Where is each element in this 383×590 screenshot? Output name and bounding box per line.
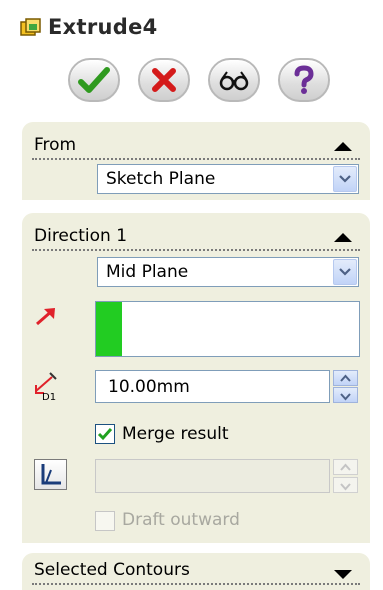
x-icon (152, 68, 176, 92)
draft-toggle-button[interactable] (34, 459, 67, 490)
merge-result-label[interactable]: Merge result (122, 424, 229, 444)
draft-angle-spinner[interactable] (333, 459, 358, 493)
chevron-down-icon[interactable] (333, 166, 357, 192)
feature-title: Extrude4 (48, 15, 158, 39)
spin-down-icon[interactable] (333, 477, 358, 493)
question-icon (294, 65, 314, 94)
help-button[interactable] (278, 58, 330, 102)
selected-contours-header[interactable]: Selected Contours (32, 560, 360, 585)
depth-spinner[interactable] (333, 370, 358, 403)
direction-reference-selection[interactable] (95, 301, 360, 357)
direction-arrow-icon (36, 308, 55, 326)
from-panel: From Sketch Plane (22, 122, 370, 200)
direction1-panel: Direction 1 Mid Plane D1 10.00mm Merge r… (22, 213, 370, 543)
draft-outward-label[interactable]: Draft outward (122, 510, 240, 530)
draft-angle-icon (41, 464, 61, 485)
direction1-header[interactable]: Direction 1 (32, 226, 360, 251)
preview-button[interactable] (208, 58, 260, 102)
spin-up-icon[interactable] (333, 370, 358, 386)
merge-result-checkbox[interactable] (95, 424, 115, 444)
selection-swatch (96, 302, 122, 356)
selected-contours-panel: Selected Contours (22, 553, 370, 590)
depth-input[interactable]: 10.00mm (95, 370, 330, 403)
depth-dimension-icon: D1 (35, 372, 57, 401)
svg-text:D1: D1 (42, 392, 56, 401)
property-manager-title: Extrude4 (18, 12, 369, 46)
collapse-arrow-icon[interactable] (334, 233, 352, 242)
extrude-feature-icon (20, 18, 41, 36)
checkmark-icon (78, 67, 110, 93)
from-title: From (34, 135, 77, 155)
eyeglasses-icon (219, 71, 249, 91)
draft-angle-input[interactable] (95, 459, 330, 493)
draft-outward-checkbox[interactable] (95, 511, 115, 531)
chevron-down-icon[interactable] (333, 259, 357, 285)
checkmark-icon (97, 428, 113, 441)
from-select-value: Sketch Plane (106, 169, 216, 189)
spin-up-icon[interactable] (333, 459, 358, 475)
expand-arrow-icon[interactable] (334, 570, 352, 579)
collapse-arrow-icon[interactable] (334, 142, 352, 151)
cancel-button[interactable] (138, 58, 190, 102)
from-header[interactable]: From (32, 135, 360, 160)
end-condition-value: Mid Plane (106, 262, 189, 282)
ok-button[interactable] (68, 58, 120, 102)
end-condition-select[interactable]: Mid Plane (97, 257, 359, 287)
depth-value: 10.00mm (108, 377, 190, 397)
from-select[interactable]: Sketch Plane (97, 164, 359, 194)
action-buttons (68, 58, 348, 108)
spin-down-icon[interactable] (333, 387, 358, 403)
selected-contours-title: Selected Contours (34, 560, 190, 580)
direction1-title: Direction 1 (34, 226, 128, 246)
